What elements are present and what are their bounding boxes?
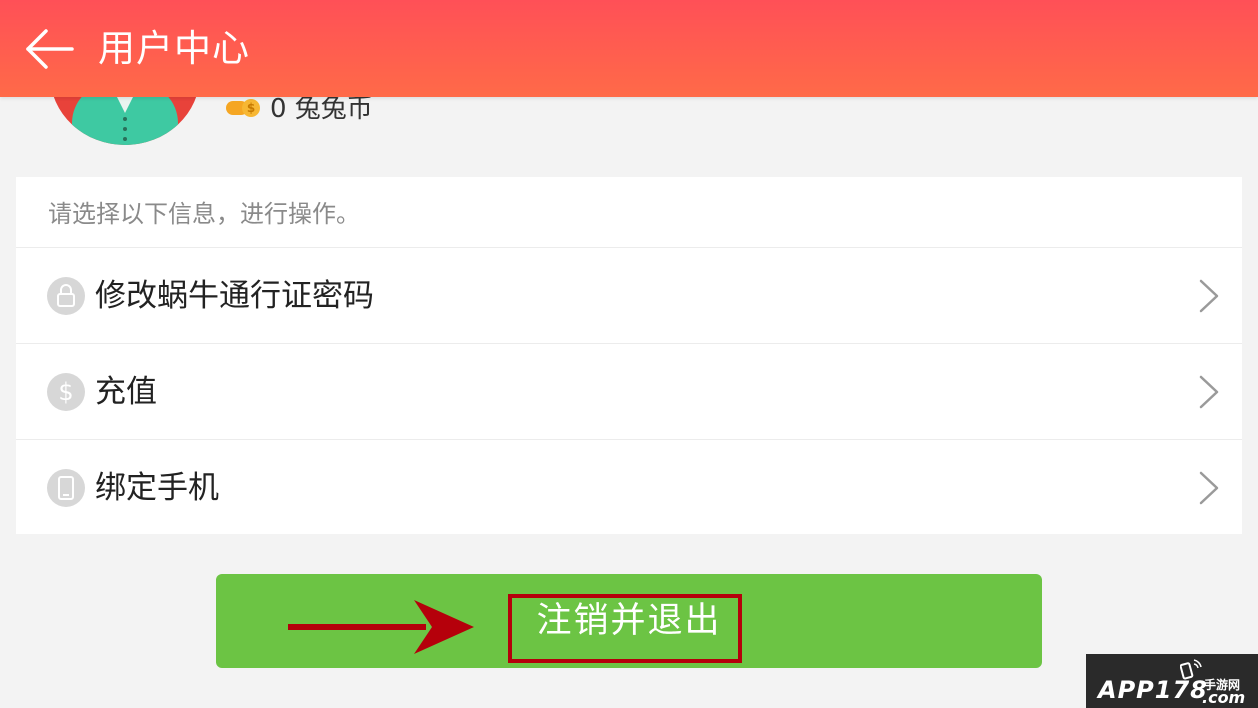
menu-item-recharge[interactable]: $ 充值: [16, 343, 1242, 440]
svg-text:$: $: [58, 378, 73, 406]
app-header: 用户中心: [0, 0, 1258, 97]
avatar-button-dot: [123, 117, 127, 121]
page-title: 用户中心: [98, 27, 250, 70]
annotation-highlight-box: [508, 594, 742, 663]
annotation-arrow-icon: [288, 600, 474, 654]
settings-card: 请选择以下信息，进行操作。 修改蜗牛通行证密码 $ 充值 绑定手机: [16, 177, 1242, 534]
coin-icon: $: [226, 97, 260, 117]
avatar-button-dot: [123, 127, 127, 131]
menu-item-label: 绑定手机: [95, 470, 219, 506]
avatar-button-dot: [123, 137, 127, 141]
chevron-right-icon: [1199, 279, 1219, 313]
instruction-text: 请选择以下信息，进行操作。: [48, 200, 360, 228]
lock-icon: [47, 277, 85, 315]
chevron-right-icon: [1199, 471, 1219, 505]
menu-item-label: 修改蜗牛通行证密码: [95, 278, 374, 314]
phone-icon: [47, 469, 85, 507]
menu-item-bind-phone[interactable]: 绑定手机: [16, 439, 1242, 536]
menu-item-change-password[interactable]: 修改蜗牛通行证密码: [16, 247, 1242, 344]
watermark-logo: APP178 手游网 .com: [1086, 654, 1258, 708]
chevron-right-icon: [1199, 375, 1219, 409]
back-arrow-icon[interactable]: [24, 26, 76, 72]
dollar-icon: $: [47, 373, 85, 411]
menu-item-label: 充值: [95, 374, 157, 410]
watermark-main-text: APP178: [1098, 676, 1208, 704]
watermark-com-text: .com: [1202, 688, 1246, 707]
